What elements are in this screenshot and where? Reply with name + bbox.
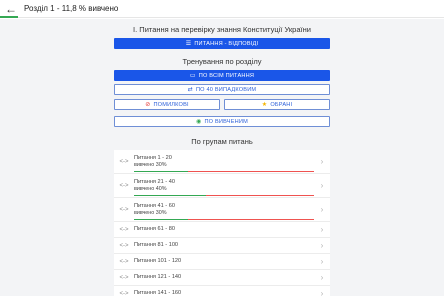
- page-title: Розділ 1 - 11,8 % вивчено: [24, 4, 119, 13]
- groups-title: По групам питань: [191, 137, 253, 146]
- expand-arrows-icon: <->: [119, 274, 129, 281]
- app-root: ← Розділ 1 - 11,8 % вивчено I. Питання н…: [0, 0, 444, 296]
- group-progress-bar: [134, 171, 314, 172]
- group-row[interactable]: <-> Питання 21 - 40 вивчено 40% ›: [114, 174, 330, 198]
- questions-answers-button[interactable]: ☰ ПИТАННЯ - ВІДПОВІДІ: [114, 38, 330, 49]
- list-icon: ☰: [185, 40, 192, 47]
- expand-arrows-icon: <->: [119, 290, 129, 296]
- group-row[interactable]: <-> Питання 81 - 100 ›: [114, 238, 330, 254]
- group-label: Питання 1 - 20: [134, 154, 172, 161]
- group-progress-text: вивчено 30%: [134, 209, 167, 216]
- question-group-list: <-> Питання 1 - 20 вивчено 30% › <-> Питання …: [114, 150, 330, 296]
- chevron-right-icon: ›: [320, 181, 324, 190]
- group-row[interactable]: <-> Питання 41 - 60 вивчено 30% ›: [114, 198, 330, 222]
- group-row[interactable]: <-> Питання 141 - 160 ›: [114, 286, 330, 296]
- chevron-right-icon: ›: [320, 205, 324, 214]
- book-icon: ▭: [189, 72, 196, 79]
- top-bar: ← Розділ 1 - 11,8 % вивчено: [0, 0, 444, 18]
- group-progress-text: вивчено 30%: [134, 161, 167, 168]
- group-progress-fill: [134, 219, 188, 220]
- expand-arrows-icon: <->: [119, 206, 129, 213]
- mistakes-button[interactable]: ⊘ ПОМИЛКОВІ: [114, 99, 220, 110]
- chevron-right-icon: ›: [320, 289, 324, 296]
- group-row[interactable]: <-> Питання 121 - 140 ›: [114, 270, 330, 286]
- blocked-icon: ⊘: [145, 101, 151, 108]
- favorites-button[interactable]: ★ ОБРАНІ: [224, 99, 330, 110]
- group-label: Питання 41 - 60: [134, 202, 175, 209]
- group-progress-text: вивчено 40%: [134, 185, 167, 192]
- group-progress-fill: [134, 171, 188, 172]
- group-label: Питання 141 - 160: [134, 290, 182, 296]
- group-row[interactable]: <-> Питання 1 - 20 вивчено 30% ›: [114, 150, 330, 174]
- chevron-right-icon: ›: [320, 157, 324, 166]
- group-label: Питання 21 - 40: [134, 178, 175, 185]
- group-label: Питання 81 - 100: [134, 242, 179, 248]
- expand-arrows-icon: <->: [119, 158, 129, 165]
- group-label: Питання 61 - 80: [134, 226, 175, 232]
- star-icon: ★: [261, 101, 268, 108]
- chevron-right-icon: ›: [320, 257, 324, 266]
- group-row[interactable]: <-> Питання 61 - 80 ›: [114, 222, 330, 238]
- group-progress-bar: [134, 219, 314, 220]
- chevron-right-icon: ›: [320, 273, 324, 282]
- group-progress-bar: [134, 195, 314, 196]
- check-circle-icon: ◉: [196, 118, 202, 125]
- chevron-right-icon: ›: [320, 241, 324, 250]
- group-row[interactable]: <-> Питання 101 - 120 ›: [114, 254, 330, 270]
- main-content: I. Питання на перевірку знання Конституц…: [0, 19, 444, 296]
- group-label: Питання 121 - 140: [134, 274, 182, 280]
- back-button[interactable]: ←: [0, 0, 22, 18]
- group-label: Питання 101 - 120: [134, 258, 182, 264]
- shuffle-icon: ⇄: [187, 86, 193, 93]
- section-progress-bar: [0, 16, 444, 18]
- expand-arrows-icon: <->: [119, 242, 129, 249]
- expand-arrows-icon: <->: [119, 226, 129, 233]
- expand-arrows-icon: <->: [119, 182, 129, 189]
- training-title: Тренування по розділу: [182, 57, 262, 66]
- chevron-right-icon: ›: [320, 225, 324, 234]
- section-progress-fill: [0, 16, 18, 18]
- random-40-button[interactable]: ⇄ ПО 40 ВИПАДКОВИМ: [114, 84, 330, 95]
- all-questions-button[interactable]: ▭ ПО ВСІМ ПИТАННЯ: [114, 70, 330, 81]
- arrow-left-icon: ←: [5, 1, 17, 16]
- studied-button[interactable]: ◉ ПО ВИВЧЕНИМ: [114, 116, 330, 127]
- expand-arrows-icon: <->: [119, 258, 129, 265]
- section-title: I. Питання на перевірку знання Конституц…: [133, 25, 311, 34]
- group-progress-fill: [134, 195, 206, 196]
